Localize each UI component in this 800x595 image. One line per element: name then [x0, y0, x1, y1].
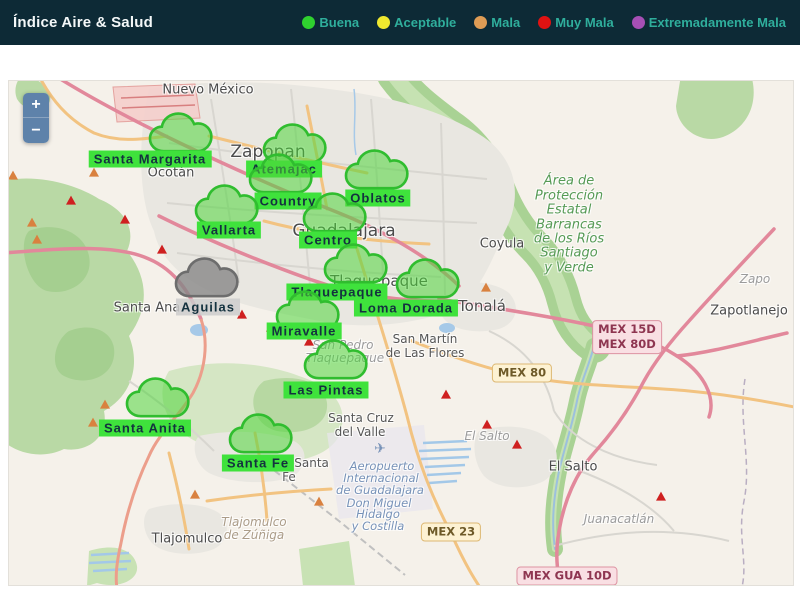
legend-label: Muy Mala — [555, 15, 614, 30]
legend-item: Aceptable — [377, 15, 456, 30]
app-header: Índice Aire & Salud Buena Aceptable Mala… — [0, 0, 800, 45]
legend-item: Muy Mala — [538, 15, 614, 30]
map-zoom-control: + − — [23, 93, 49, 143]
app-title: Índice Aire & Salud — [0, 14, 153, 31]
legend-color-dot — [377, 16, 390, 29]
legend-label: Extremadamente Mala — [649, 15, 786, 30]
legend-label: Mala — [491, 15, 520, 30]
legend-color-dot — [538, 16, 551, 29]
aqi-legend: Buena Aceptable Mala Muy Mala Extremadam… — [302, 15, 800, 30]
map-canvas[interactable]: Nuevo México Ocotán Zapopan Guadalajara … — [8, 80, 794, 586]
basemap — [9, 81, 793, 585]
legend-label: Buena — [319, 15, 359, 30]
zoom-out-button[interactable]: − — [23, 118, 49, 143]
legend-color-dot — [474, 16, 487, 29]
admin-boundary — [742, 379, 747, 585]
zoom-in-button[interactable]: + — [23, 93, 49, 118]
air-quality-app: Índice Aire & Salud Buena Aceptable Mala… — [0, 0, 800, 595]
legend-color-dot — [302, 16, 315, 29]
airport-area — [327, 425, 433, 519]
legend-item: Mala — [474, 15, 520, 30]
legend-item: Extremadamente Mala — [632, 15, 786, 30]
legend-label: Aceptable — [394, 15, 456, 30]
legend-color-dot — [632, 16, 645, 29]
legend-item: Buena — [302, 15, 359, 30]
